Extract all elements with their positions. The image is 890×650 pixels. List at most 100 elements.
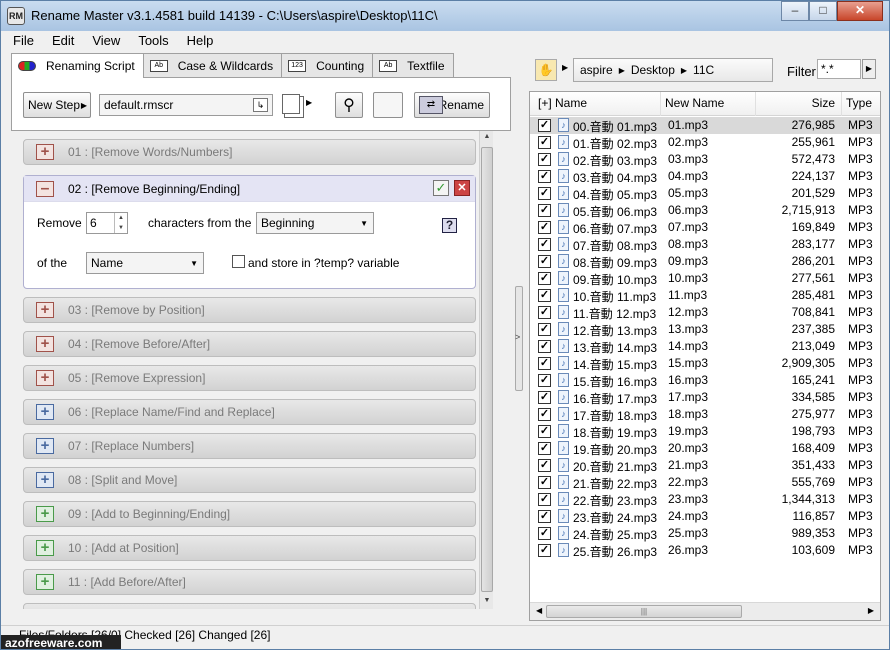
step-item[interactable]: +05 : [Remove Expression] <box>23 365 476 391</box>
step-item[interactable]: +01 : [Remove Words/Numbers] <box>23 139 476 165</box>
scroll-right-icon[interactable]: ▶ <box>868 606 874 615</box>
chevron-right-icon[interactable]: > <box>515 332 520 342</box>
row-checkbox[interactable]: ✓ <box>538 170 551 183</box>
plus-icon[interactable]: + <box>36 370 54 386</box>
row-checkbox[interactable]: ✓ <box>538 476 551 489</box>
delete-step-icon[interactable]: ✕ <box>454 180 470 196</box>
close-button[interactable]: ✕ <box>837 1 883 21</box>
plus-icon[interactable]: + <box>36 144 54 160</box>
plus-icon[interactable]: + <box>36 404 54 420</box>
file-row[interactable]: ✓ ♪ 11.音動 12.mp3 12.mp3 708,841 MP3 <box>530 304 880 321</box>
tab-renaming-script[interactable]: Renaming Script <box>11 53 144 78</box>
filter-input[interactable]: *.* <box>817 59 861 79</box>
row-checkbox[interactable]: ✓ <box>538 238 551 251</box>
file-row[interactable]: ✓ ♪ 14.音動 15.mp3 15.mp3 2,909,305 MP3 <box>530 355 880 372</box>
steps-scrollbar[interactable]: ▲ ▼ <box>479 131 493 609</box>
file-row[interactable]: ✓ ♪ 00.音動 01.mp3 01.mp3 276,985 MP3 <box>530 117 880 134</box>
file-row[interactable]: ✓ ♪ 25.音動 26.mp3 26.mp3 103,609 MP3 <box>530 542 880 559</box>
panel-splitter[interactable]: > <box>514 53 524 621</box>
plus-icon[interactable]: + <box>36 540 54 556</box>
plus-icon[interactable]: + <box>36 574 54 590</box>
step-item[interactable]: +04 : [Remove Before/After] <box>23 331 476 357</box>
plus-icon[interactable]: + <box>36 506 54 522</box>
tab-counting[interactable]: 123 Counting <box>281 53 374 77</box>
step-item[interactable]: +07 : [Replace Numbers] <box>23 433 476 459</box>
browse-icon[interactable]: ↳ <box>253 98 268 112</box>
triangle-right-icon[interactable]: ▶ <box>306 98 312 107</box>
file-row[interactable]: ✓ ♪ 22.音動 23.mp3 23.mp3 1,344,313 MP3 <box>530 491 880 508</box>
scroll-thumb[interactable]: ||| <box>546 605 742 618</box>
step-item[interactable]: +09 : [Add to Beginning/Ending] <box>23 501 476 527</box>
plus-icon[interactable]: + <box>36 438 54 454</box>
plus-icon[interactable]: + <box>36 336 54 352</box>
enable-check-icon[interactable]: ✓ <box>433 180 449 196</box>
scroll-down-icon[interactable]: ▼ <box>480 597 494 604</box>
blank-button[interactable] <box>373 92 403 118</box>
script-file-combo[interactable]: default.rmscr ↳ <box>99 94 273 116</box>
row-checkbox[interactable]: ✓ <box>538 510 551 523</box>
spin-arrows-icon[interactable]: ▲ ▼ <box>114 213 127 233</box>
col-name[interactable]: [+] Name <box>530 92 661 116</box>
row-checkbox[interactable]: ✓ <box>538 136 551 149</box>
minimize-button[interactable]: – <box>781 1 809 21</box>
menu-tools[interactable]: Tools <box>138 31 168 51</box>
file-row[interactable]: ✓ ♪ 16.音動 17.mp3 17.mp3 334,585 MP3 <box>530 389 880 406</box>
minus-icon[interactable]: – <box>36 180 54 197</box>
row-checkbox[interactable]: ✓ <box>538 306 551 319</box>
row-checkbox[interactable]: ✓ <box>538 187 551 200</box>
file-row[interactable]: ✓ ♪ 18.音動 19.mp3 19.mp3 198,793 MP3 <box>530 423 880 440</box>
row-checkbox[interactable]: ✓ <box>538 493 551 506</box>
preview-button[interactable]: ⚲ <box>335 92 363 118</box>
crumb-11c[interactable]: 11C <box>693 63 714 77</box>
file-row[interactable]: ✓ ♪ 24.音動 25.mp3 25.mp3 989,353 MP3 <box>530 525 880 542</box>
tab-textfile[interactable]: Ab Textfile <box>372 53 454 77</box>
target-select[interactable]: Name ▼ <box>86 252 204 274</box>
triangle-right-icon[interactable]: ▶ <box>562 63 568 72</box>
position-select[interactable]: Beginning ▼ <box>256 212 374 234</box>
scroll-up-icon[interactable]: ▲ <box>480 133 494 140</box>
rename-button[interactable]: ⇄ Rename <box>414 92 490 118</box>
help-icon[interactable]: ? <box>442 218 457 233</box>
count-stepper[interactable]: 6 ▲ ▼ <box>86 212 128 234</box>
file-row[interactable]: ✓ ♪ 17.音動 18.mp3 18.mp3 275,977 MP3 <box>530 406 880 423</box>
row-checkbox[interactable]: ✓ <box>538 289 551 302</box>
row-checkbox[interactable]: ✓ <box>538 442 551 455</box>
row-checkbox[interactable]: ✓ <box>538 527 551 540</box>
step-item[interactable]: +08 : [Split and Move] <box>23 467 476 493</box>
row-checkbox[interactable]: ✓ <box>538 119 551 132</box>
file-row[interactable]: ✓ ♪ 19.音動 20.mp3 20.mp3 168,409 MP3 <box>530 440 880 457</box>
row-checkbox[interactable]: ✓ <box>538 544 551 557</box>
menu-view[interactable]: View <box>92 31 120 51</box>
row-checkbox[interactable]: ✓ <box>538 391 551 404</box>
step-item-partial[interactable] <box>23 603 476 609</box>
file-row[interactable]: ✓ ♪ 21.音動 22.mp3 22.mp3 555,769 MP3 <box>530 474 880 491</box>
plus-icon[interactable]: + <box>36 472 54 488</box>
file-row[interactable]: ✓ ♪ 06.音動 07.mp3 07.mp3 169,849 MP3 <box>530 219 880 236</box>
file-row[interactable]: ✓ ♪ 02.音動 03.mp3 03.mp3 572,473 MP3 <box>530 151 880 168</box>
file-row[interactable]: ✓ ♪ 01.音動 02.mp3 02.mp3 255,961 MP3 <box>530 134 880 151</box>
row-checkbox[interactable]: ✓ <box>538 323 551 336</box>
file-row[interactable]: ✓ ♪ 23.音動 24.mp3 24.mp3 116,857 MP3 <box>530 508 880 525</box>
row-checkbox[interactable]: ✓ <box>538 340 551 353</box>
col-size[interactable]: Size <box>756 92 842 116</box>
menu-help[interactable]: Help <box>187 31 214 51</box>
scroll-left-icon[interactable]: ◀ <box>536 606 542 615</box>
folder-icon[interactable]: ✋ <box>535 59 557 81</box>
file-row[interactable]: ✓ ♪ 15.音動 16.mp3 16.mp3 165,241 MP3 <box>530 372 880 389</box>
maximize-button[interactable]: □ <box>809 1 837 21</box>
tab-case-wildcards[interactable]: Ab Case & Wildcards <box>142 53 283 77</box>
file-row[interactable]: ✓ ♪ 10.音動 11.mp3 11.mp3 285,481 MP3 <box>530 287 880 304</box>
file-row[interactable]: ✓ ♪ 09.音動 10.mp3 10.mp3 277,561 MP3 <box>530 270 880 287</box>
step-item[interactable]: +10 : [Add at Position] <box>23 535 476 561</box>
row-checkbox[interactable]: ✓ <box>538 153 551 166</box>
crumb-aspire[interactable]: aspire <box>580 63 613 77</box>
row-checkbox[interactable]: ✓ <box>538 204 551 217</box>
row-checkbox[interactable]: ✓ <box>538 459 551 472</box>
row-checkbox[interactable]: ✓ <box>538 255 551 268</box>
new-step-button[interactable]: New Step ▶ <box>23 92 91 118</box>
col-type[interactable]: Type <box>842 92 880 116</box>
row-checkbox[interactable]: ✓ <box>538 374 551 387</box>
triangle-right-icon[interactable]: ▶ <box>862 59 876 79</box>
step-header[interactable]: – 02 : [Remove Beginning/Ending] ✓ ✕ <box>24 176 475 202</box>
file-row[interactable]: ✓ ♪ 07.音動 08.mp3 08.mp3 283,177 MP3 <box>530 236 880 253</box>
